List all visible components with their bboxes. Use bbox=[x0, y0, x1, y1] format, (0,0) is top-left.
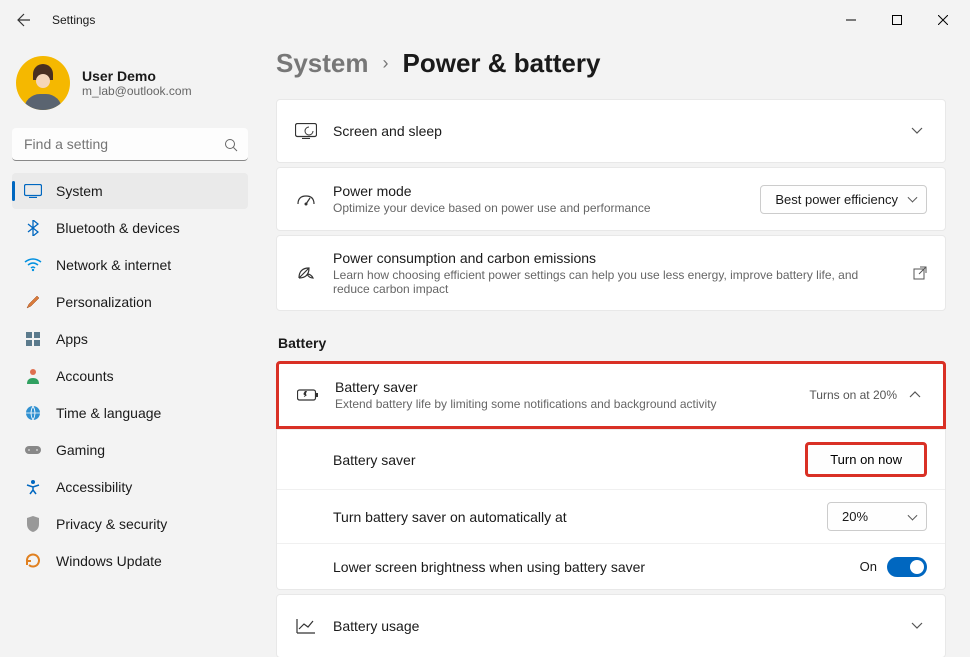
nav-label: Accounts bbox=[56, 368, 114, 384]
search-input[interactable] bbox=[12, 128, 248, 161]
leaf-icon bbox=[295, 264, 317, 282]
app-title: Settings bbox=[52, 13, 95, 27]
titlebar: Settings bbox=[0, 0, 970, 40]
search-icon bbox=[224, 138, 238, 152]
nav-item-accessibility[interactable]: Accessibility bbox=[12, 469, 248, 505]
sub-label: Battery saver bbox=[333, 452, 789, 468]
window-controls bbox=[828, 0, 966, 40]
wifi-icon bbox=[24, 256, 42, 274]
gamepad-icon bbox=[24, 441, 42, 459]
auto-threshold-dropdown[interactable]: 20% bbox=[827, 502, 927, 531]
screen-icon bbox=[295, 123, 317, 139]
accessibility-icon bbox=[24, 478, 42, 496]
nav-label: Apps bbox=[56, 331, 88, 347]
back-button[interactable] bbox=[4, 0, 44, 40]
nav-item-apps[interactable]: Apps bbox=[12, 321, 248, 357]
chevron-up-icon bbox=[909, 391, 925, 399]
maximize-button[interactable] bbox=[874, 0, 920, 40]
nav-label: Network & internet bbox=[56, 257, 171, 273]
card-title: Battery saver bbox=[335, 379, 793, 395]
battery-saver-expanded: Battery saver Turn on now Turn battery s… bbox=[276, 429, 946, 590]
avatar bbox=[16, 56, 70, 110]
power-mode-icon bbox=[295, 191, 317, 207]
page-title: Power & battery bbox=[403, 48, 601, 79]
apps-icon bbox=[24, 330, 42, 348]
battery-saver-toggle-row: Battery saver Turn on now bbox=[277, 430, 945, 489]
chart-icon bbox=[295, 618, 317, 634]
chevron-right-icon: › bbox=[383, 53, 389, 74]
nav-label: Time & language bbox=[56, 405, 161, 421]
power-mode-dropdown[interactable]: Best power efficiency bbox=[760, 185, 927, 214]
breadcrumb-parent[interactable]: System bbox=[276, 48, 369, 79]
nav-item-update[interactable]: Windows Update bbox=[12, 543, 248, 579]
status-text: Turns on at 20% bbox=[809, 388, 897, 402]
power-mode-card: Power mode Optimize your device based on… bbox=[276, 167, 946, 231]
sub-label: Lower screen brightness when using batte… bbox=[333, 559, 844, 575]
nav-label: Accessibility bbox=[56, 479, 132, 495]
nav-label: Personalization bbox=[56, 294, 152, 310]
nav-label: Bluetooth & devices bbox=[56, 220, 180, 236]
paintbrush-icon bbox=[24, 293, 42, 311]
globe-clock-icon bbox=[24, 404, 42, 422]
nav-item-time[interactable]: Time & language bbox=[12, 395, 248, 431]
system-icon bbox=[24, 182, 42, 200]
close-button[interactable] bbox=[920, 0, 966, 40]
card-subtitle: Extend battery life by limiting some not… bbox=[335, 397, 793, 411]
nav-label: System bbox=[56, 183, 103, 199]
nav-label: Windows Update bbox=[56, 553, 162, 569]
minimize-icon bbox=[846, 15, 856, 25]
arrow-left-icon bbox=[16, 12, 32, 28]
sidebar: User Demo m_lab@outlook.com System Bluet… bbox=[0, 40, 260, 657]
nav-item-network[interactable]: Network & internet bbox=[12, 247, 248, 283]
chevron-down-icon bbox=[911, 127, 927, 135]
nav-label: Privacy & security bbox=[56, 516, 167, 532]
profile-email: m_lab@outlook.com bbox=[82, 84, 192, 98]
chevron-down-icon bbox=[911, 622, 927, 630]
nav-item-privacy[interactable]: Privacy & security bbox=[12, 506, 248, 542]
maximize-icon bbox=[892, 15, 902, 25]
search-box bbox=[12, 128, 248, 161]
shield-icon bbox=[24, 515, 42, 533]
brightness-toggle[interactable] bbox=[887, 557, 927, 577]
sub-label: Turn battery saver on automatically at bbox=[333, 509, 811, 525]
brightness-row: Lower screen brightness when using batte… bbox=[277, 543, 945, 589]
nav: System Bluetooth & devices Network & int… bbox=[12, 173, 248, 579]
minimize-button[interactable] bbox=[828, 0, 874, 40]
update-icon bbox=[24, 552, 42, 570]
person-icon bbox=[24, 367, 42, 385]
card-subtitle: Optimize your device based on power use … bbox=[333, 201, 744, 215]
battery-usage-card[interactable]: Battery usage bbox=[276, 594, 946, 657]
nav-item-bluetooth[interactable]: Bluetooth & devices bbox=[12, 210, 248, 246]
profile-block[interactable]: User Demo m_lab@outlook.com bbox=[12, 48, 248, 128]
nav-label: Gaming bbox=[56, 442, 105, 458]
battery-saver-card[interactable]: Battery saver Extend battery life by lim… bbox=[276, 361, 946, 429]
auto-on-row: Turn battery saver on automatically at 2… bbox=[277, 489, 945, 543]
nav-item-system[interactable]: System bbox=[12, 173, 248, 209]
external-link-icon bbox=[913, 266, 927, 280]
card-subtitle: Learn how choosing efficient power setti… bbox=[333, 268, 897, 296]
profile-name: User Demo bbox=[82, 68, 192, 84]
battery-saver-icon bbox=[297, 388, 319, 402]
carbon-card[interactable]: Power consumption and carbon emissions L… bbox=[276, 235, 946, 311]
nav-item-gaming[interactable]: Gaming bbox=[12, 432, 248, 468]
card-title: Screen and sleep bbox=[333, 123, 895, 139]
battery-section-label: Battery bbox=[278, 335, 946, 351]
card-title: Battery usage bbox=[333, 618, 895, 634]
nav-item-accounts[interactable]: Accounts bbox=[12, 358, 248, 394]
main-content: System › Power & battery Screen and slee… bbox=[260, 40, 970, 657]
breadcrumb: System › Power & battery bbox=[276, 48, 946, 79]
card-title: Power consumption and carbon emissions bbox=[333, 250, 897, 266]
card-title: Power mode bbox=[333, 183, 744, 199]
bluetooth-icon bbox=[24, 219, 42, 237]
nav-item-personalization[interactable]: Personalization bbox=[12, 284, 248, 320]
close-icon bbox=[938, 15, 948, 25]
screen-sleep-card[interactable]: Screen and sleep bbox=[276, 99, 946, 163]
toggle-state-text: On bbox=[860, 559, 877, 574]
turn-on-now-button[interactable]: Turn on now bbox=[805, 442, 927, 477]
